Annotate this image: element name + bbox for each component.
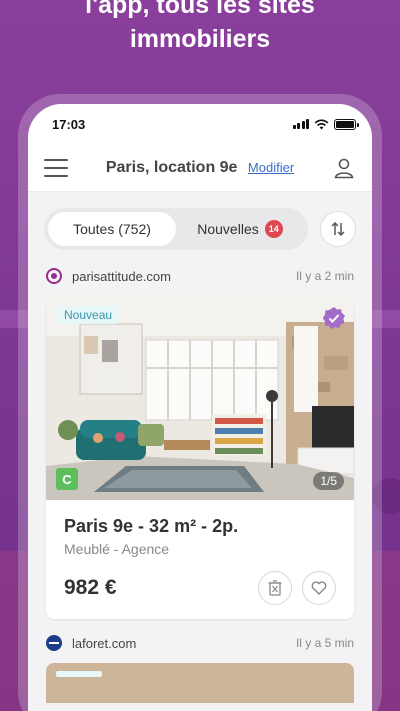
listing-details: Paris 9e - 32 m² - 2p. Meublé - Agence 9… <box>46 500 354 619</box>
listing-source-row-2: laforet.com Il y a 5 min <box>28 629 372 657</box>
wifi-icon <box>314 119 329 129</box>
menu-icon[interactable] <box>44 158 68 177</box>
verified-badge-icon <box>322 307 345 329</box>
next-listing-badge <box>56 671 102 677</box>
trash-icon <box>268 580 282 596</box>
apartment-photo <box>46 296 354 500</box>
photo-counter: 1/5 <box>313 472 344 490</box>
phone-screen: 17:03 Paris, location 9e Modifier Toutes… <box>28 104 372 711</box>
signal-icon <box>292 119 309 129</box>
heart-icon <box>311 581 327 595</box>
listing-source-row: parisattitude.com Il y a 2 min <box>28 262 372 290</box>
listing-filter-toggle: Toutes (752) Nouvelles 14 <box>44 208 308 250</box>
source-time: Il y a 5 min <box>295 636 354 650</box>
listing-footer: 982 € <box>64 571 336 605</box>
filter-row: Toutes (752) Nouvelles 14 <box>28 192 372 262</box>
status-bar: 17:03 <box>28 104 372 144</box>
status-icons <box>292 118 359 130</box>
edit-search-link[interactable]: Modifier <box>248 160 294 175</box>
laforet-logo-icon <box>46 635 62 651</box>
source-name: parisattitude.com <box>72 268 171 284</box>
new-listing-badge: Nouveau <box>58 306 119 324</box>
battery-icon <box>334 118 359 130</box>
hero-line-2: immobiliers <box>129 25 271 53</box>
sort-icon <box>331 221 345 237</box>
parisattitude-logo-icon <box>46 268 62 284</box>
listing-photo[interactable]: Nouveau C 1/5 <box>46 296 354 500</box>
tab-all-listings[interactable]: Toutes (752) <box>48 212 176 246</box>
listing-price: 982 € <box>64 576 117 599</box>
search-summary: Paris, location 9e Modifier <box>68 159 332 177</box>
hero-headline: l'app, tous les sites immobiliers <box>0 0 400 56</box>
tab-all-label: Toutes (752) <box>73 221 151 237</box>
favorite-button[interactable] <box>302 571 336 605</box>
app-header: Paris, location 9e Modifier <box>28 144 372 192</box>
energy-rating-badge: C <box>56 468 78 490</box>
hide-listing-button[interactable] <box>258 571 292 605</box>
listing-title: Paris 9e - 32 m² - 2p. <box>64 516 239 536</box>
tab-new-listings[interactable]: Nouvelles 14 <box>176 212 304 246</box>
source-time: Il y a 2 min <box>295 269 354 283</box>
status-time: 17:03 <box>52 116 86 132</box>
tab-new-label: Nouvelles <box>197 221 259 237</box>
listing-card[interactable]: Nouveau C 1/5 Paris 9e - 32 m² - 2p. Meu… <box>46 296 354 619</box>
source-name: laforet.com <box>72 635 137 651</box>
hero-line-1: l'app, tous les sites <box>85 0 315 19</box>
listing-subtitle: Meublé - Agence <box>64 541 170 557</box>
user-icon[interactable] <box>332 156 356 180</box>
search-title: Paris, location 9e <box>105 158 238 176</box>
new-count-badge: 14 <box>264 220 283 238</box>
sort-button[interactable] <box>320 211 356 247</box>
next-listing-card-peek[interactable] <box>46 663 354 703</box>
